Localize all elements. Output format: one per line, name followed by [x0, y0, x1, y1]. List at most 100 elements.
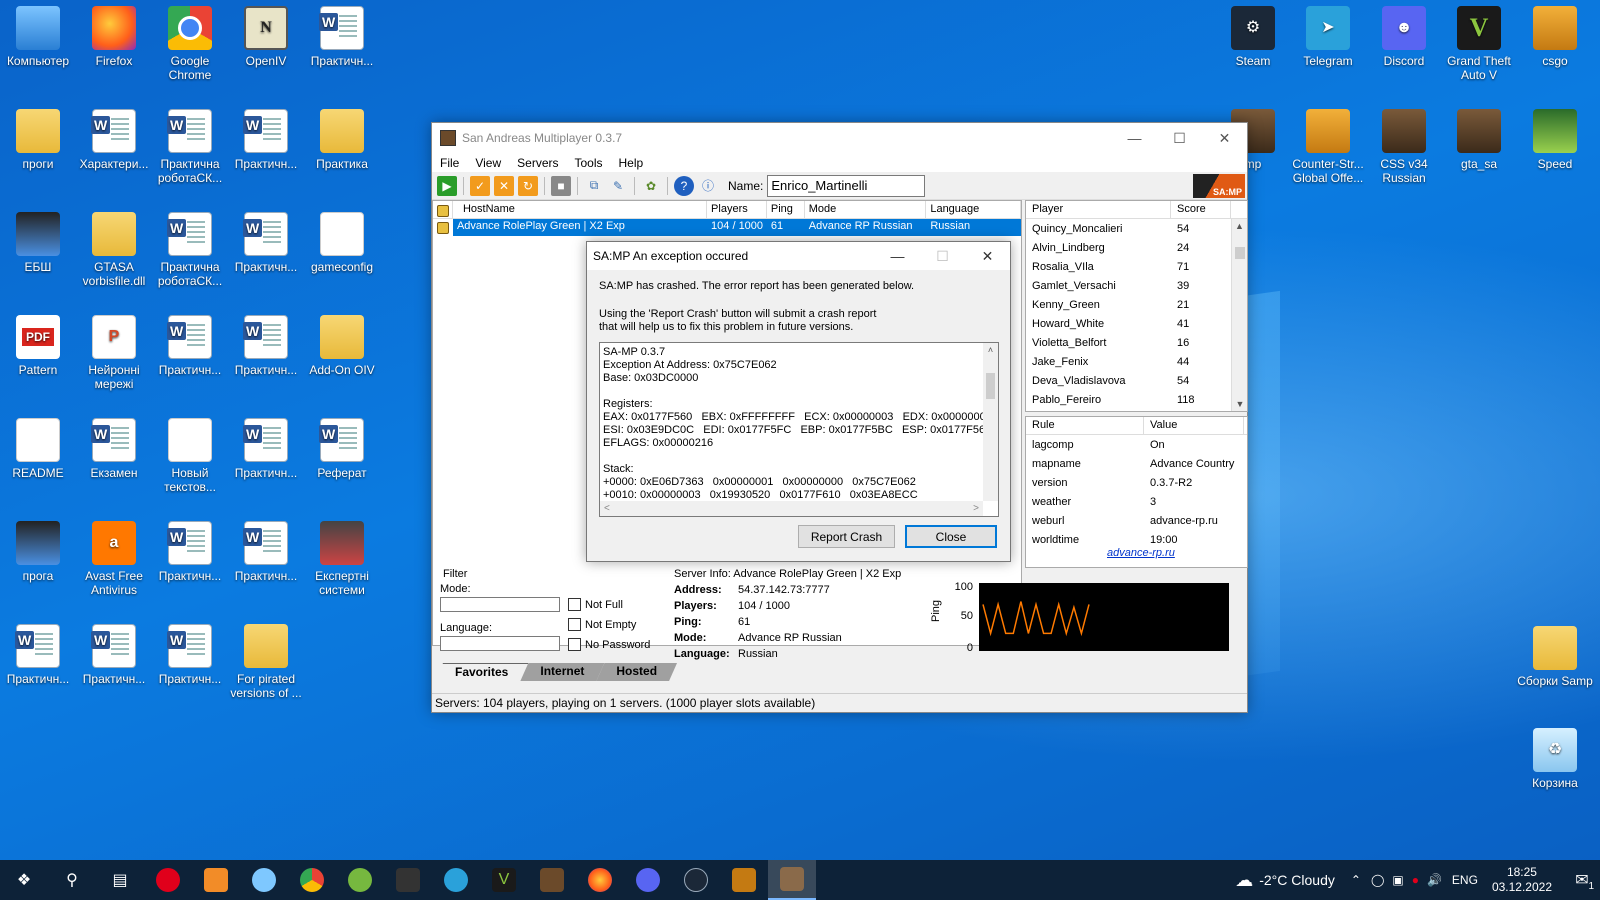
desktop-icon[interactable]: Практичн... — [228, 206, 304, 274]
desktop-icon[interactable]: Практичн... — [304, 0, 380, 68]
taskbar-chrome-icon[interactable] — [288, 860, 336, 900]
player-row[interactable]: Alvin_Lindberg 24 — [1026, 238, 1247, 257]
taskbar-app-icon[interactable] — [240, 860, 288, 900]
desktop-icon[interactable]: PDF Pattern — [0, 309, 76, 377]
taskbar-player-icon[interactable] — [192, 860, 240, 900]
checkbox-box[interactable] — [568, 638, 581, 651]
scroll-right-icon[interactable]: > — [973, 501, 979, 516]
rule-row[interactable]: weburl advance-rp.ru — [1026, 511, 1247, 530]
filter-language-input[interactable] — [440, 636, 560, 651]
desktop-icon[interactable]: Add-On OIV — [304, 309, 380, 377]
maximize-button[interactable]: ☐ — [1157, 123, 1202, 153]
desktop-icon[interactable]: Екзамен — [76, 412, 152, 480]
col-ping[interactable]: Ping — [767, 201, 805, 218]
desktop-icon[interactable]: Експертні системи — [304, 515, 380, 597]
desktop-icon[interactable]: Firefox — [76, 0, 152, 68]
server-row[interactable]: Advance RolePlay Green | X2 Exp 104 / 10… — [433, 219, 1021, 236]
player-row[interactable]: Deva_Vladislavova 54 — [1026, 371, 1247, 390]
about-icon[interactable]: ⓘ — [698, 176, 718, 196]
tab-internet[interactable]: Internet — [520, 663, 604, 681]
dialog-titlebar[interactable]: SA:MP An exception occured — ☐ ✕ — [587, 242, 1010, 270]
col-player[interactable]: Player — [1026, 201, 1171, 218]
desktop-icon[interactable]: ♻ Корзина — [1517, 722, 1593, 790]
taskbar-steam-icon[interactable] — [672, 860, 720, 900]
player-row[interactable]: Quincy_Moncalieri 54 — [1026, 219, 1247, 238]
menu-servers[interactable]: Servers — [517, 156, 558, 170]
desktop-icon[interactable]: Реферат — [304, 412, 380, 480]
col-hostname[interactable]: HostName — [453, 201, 708, 218]
col-mode[interactable]: Mode — [805, 201, 927, 218]
menu-help[interactable]: Help — [619, 156, 644, 170]
desktop-icon[interactable]: csgo — [1517, 0, 1593, 68]
tray-chevron-icon[interactable]: ⌃ — [1351, 873, 1361, 887]
network-icon[interactable]: ▣ — [1392, 873, 1403, 887]
desktop-icon[interactable]: CSS v34 Russian — [1366, 103, 1442, 185]
menu-view[interactable]: View — [475, 156, 501, 170]
scroll-up-icon[interactable]: ▲ — [1232, 219, 1247, 233]
taskbar-mw-icon[interactable] — [384, 860, 432, 900]
desktop-icon[interactable]: Практична роботаСК... — [152, 103, 228, 185]
properties-icon[interactable]: ■ — [551, 175, 571, 196]
desktop-icon[interactable]: Практичн... — [152, 515, 228, 583]
player-list-scrollbar[interactable]: ▲ ▼ — [1231, 219, 1247, 411]
desktop-icon[interactable]: Сборки Samp — [1517, 620, 1593, 688]
volume-icon[interactable]: 🔊 — [1427, 873, 1442, 887]
opera-tray-icon[interactable]: ● — [1412, 873, 1419, 887]
clock[interactable]: 18:25 03.12.2022 — [1492, 865, 1552, 895]
menu-tools[interactable]: Tools — [574, 156, 602, 170]
desktop-icon[interactable]: ➤ Telegram — [1290, 0, 1366, 68]
desktop-icon[interactable]: Практичн... — [152, 618, 228, 686]
col-score[interactable]: Score — [1171, 201, 1231, 218]
col-rule[interactable]: Rule — [1026, 417, 1144, 434]
desktop-icon[interactable]: ⚙ Steam — [1215, 0, 1291, 68]
desktop-icon[interactable]: Google Chrome — [152, 0, 228, 82]
desktop-icon[interactable]: Практичн... — [76, 618, 152, 686]
player-row[interactable]: Kenny_Green 21 — [1026, 295, 1247, 314]
desktop-icon[interactable]: ☻ Discord — [1366, 0, 1442, 68]
not-full-checkbox[interactable]: Not Full — [568, 598, 623, 611]
desktop-icon[interactable]: прога — [0, 515, 76, 583]
player-name-input[interactable] — [767, 174, 926, 197]
desktop-icon[interactable]: P Нейронні мережі — [76, 309, 152, 391]
desktop-icon[interactable]: Практичн... — [228, 515, 304, 583]
scroll-up-icon[interactable]: ˄ — [983, 343, 998, 357]
desktop-icon[interactable]: ЕБШ — [0, 206, 76, 274]
taskbar-torrent-icon[interactable] — [336, 860, 384, 900]
desktop-icon[interactable]: Практика — [304, 103, 380, 171]
minimize-button[interactable]: — — [1112, 123, 1157, 153]
desktop-icon[interactable]: Практичн... — [152, 309, 228, 377]
desktop-icon[interactable]: Counter-Str... Global Offe... — [1290, 103, 1366, 185]
desktop-icon[interactable]: README — [0, 412, 76, 480]
checkbox-box[interactable] — [568, 598, 581, 611]
desktop-icon[interactable]: For pirated versions of ... — [228, 618, 304, 700]
scroll-thumb[interactable] — [1234, 247, 1245, 259]
delete-server-icon[interactable]: ✕ — [494, 175, 514, 196]
desktop-icon[interactable]: Практичн... — [228, 412, 304, 480]
taskbar-samp-active-icon[interactable] — [768, 860, 816, 900]
desktop-icon[interactable]: Практична роботаСК... — [152, 206, 228, 288]
copy-icon[interactable]: ⧉ — [584, 176, 604, 196]
connect-icon[interactable]: ▶ — [437, 175, 457, 196]
filter-mode-input[interactable] — [440, 597, 560, 612]
taskbar-csgo-icon[interactable] — [720, 860, 768, 900]
no-password-checkbox[interactable]: No Password — [568, 638, 650, 651]
samp-titlebar[interactable]: San Andreas Multiplayer 0.3.7 — ☐ ✕ — [432, 123, 1247, 153]
player-row[interactable]: Howard_White 41 — [1026, 314, 1247, 333]
report-hscrollbar[interactable]: < > — [600, 501, 983, 516]
help-icon[interactable]: ? — [674, 175, 694, 196]
crash-report-textbox[interactable]: SA-MP 0.3.7 Exception At Address: 0x75C7… — [599, 342, 999, 517]
desktop-icon[interactable]: Практичн... — [228, 309, 304, 377]
scroll-left-icon[interactable]: < — [604, 501, 610, 516]
rule-row[interactable]: weather 3 — [1026, 492, 1247, 511]
refresh-icon[interactable]: ↻ — [518, 175, 538, 196]
taskbar-opera-icon[interactable] — [144, 860, 192, 900]
desktop-icon[interactable]: gta_sa — [1441, 103, 1517, 171]
desktop-icon[interactable]: Новый текстов... — [152, 412, 228, 494]
notification-icon[interactable]: ✉ 1 — [1564, 870, 1600, 892]
lock-column-header[interactable] — [433, 201, 453, 218]
desktop-icon[interactable]: GTASA vorbisfile.dll — [76, 206, 152, 288]
desktop-icon[interactable]: Компьютер — [0, 0, 76, 68]
menu-file[interactable]: File — [440, 156, 459, 170]
desktop-icon[interactable]: N OpenIV — [228, 0, 304, 68]
tab-hosted[interactable]: Hosted — [596, 663, 677, 681]
